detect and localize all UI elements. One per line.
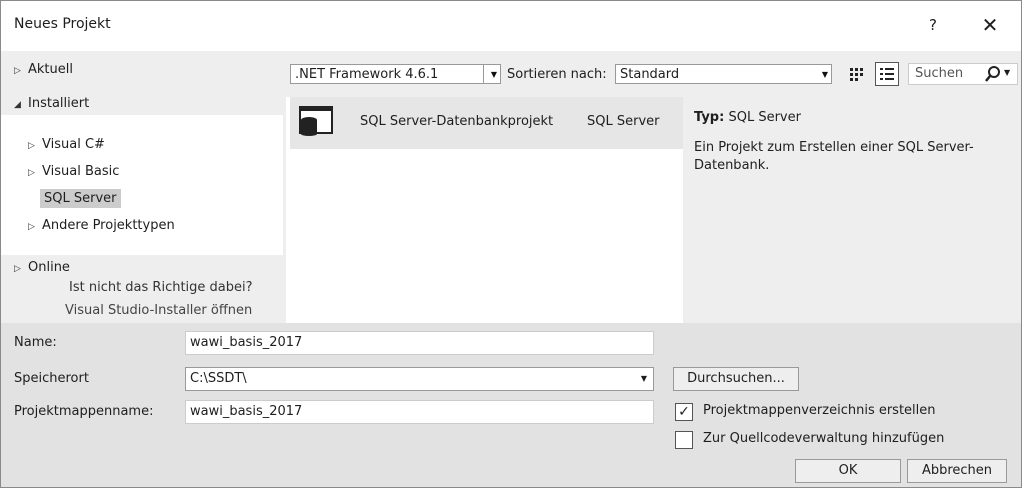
template-toolbar: .NET Framework 4.6.1 ▼ Sortieren nach: S… xyxy=(286,51,1021,97)
tree-node-label: Andere Projekttypen xyxy=(42,218,175,233)
expand-arrow-icon[interactable]: ▷ xyxy=(14,264,28,274)
search-icon[interactable] xyxy=(984,65,1002,87)
solution-name-field[interactable]: wawi_basis_2017 xyxy=(185,400,654,424)
dropdown-divider xyxy=(483,65,484,83)
template-details: Typ: SQL Server Ein Projekt zum Erstelle… xyxy=(683,97,1021,323)
type-line: Typ: SQL Server xyxy=(694,110,801,125)
template-name: SQL Server-Datenbankprojekt xyxy=(360,114,554,129)
tree-node-visual-basic[interactable]: ▷ Visual Basic xyxy=(28,164,119,179)
location-label: Speicherort xyxy=(14,371,89,386)
not-found-text: Ist nicht das Richtige dabei? xyxy=(69,280,253,295)
help-button[interactable]: ? xyxy=(921,12,945,38)
close-button[interactable]: ✕ xyxy=(976,12,1004,38)
sort-label: Sortieren nach: xyxy=(507,67,607,82)
sort-value: Standard xyxy=(620,67,680,82)
chevron-down-icon[interactable]: ▼ xyxy=(641,368,647,390)
framework-dropdown[interactable]: .NET Framework 4.6.1 ▼ xyxy=(290,64,501,84)
ok-button[interactable]: OK xyxy=(795,459,901,483)
location-value: C:\SSDT\ xyxy=(190,371,247,386)
tree-node-recent-label: Aktuell xyxy=(28,62,73,77)
template-list: SQL Server-Datenbankprojekt SQL Server xyxy=(286,97,685,323)
tree-node-visual-csharp[interactable]: ▷ Visual C# xyxy=(28,137,105,152)
type-label: Typ: xyxy=(694,110,725,125)
create-directory-checkbox[interactable]: ✓ xyxy=(675,403,693,421)
tree-node-label: Visual C# xyxy=(42,137,105,152)
title-bar: Neues Projekt ? ✕ xyxy=(1,1,1021,51)
search-box[interactable]: Suchen ▼ xyxy=(908,63,1018,85)
small-icons-view-icon[interactable] xyxy=(846,63,868,85)
tree-node-installed-label: Installiert xyxy=(28,96,90,111)
dialog-title: Neues Projekt xyxy=(14,16,111,32)
expand-arrow-icon[interactable]: ▷ xyxy=(28,222,42,232)
tree-node-label: Visual Basic xyxy=(42,164,120,179)
template-description: Ein Projekt zum Erstellen einer SQL Serv… xyxy=(694,140,974,173)
chevron-down-icon[interactable]: ▼ xyxy=(1004,68,1010,77)
installed-section: ▷ Visual C# ▷ Visual Basic SQL Server ▷ And… xyxy=(1,115,283,255)
tree-node-online-label: Online xyxy=(28,260,70,275)
project-form: Name: wawi_basis_2017 Speicherort C:\SSD… xyxy=(1,323,1021,487)
type-value: SQL Server xyxy=(728,110,801,125)
source-control-checkbox[interactable] xyxy=(675,431,693,449)
template-tree: ▷ Aktuell ◢ Installiert ▷ Visual C# ▷ Visual… xyxy=(1,51,286,323)
expand-arrow-icon[interactable]: ▷ xyxy=(14,66,28,76)
list-view-icon[interactable] xyxy=(875,62,899,86)
tree-node-other-project-types[interactable]: ▷ Andere Projekttypen xyxy=(28,218,175,233)
source-control-label: Zur Quellcodeverwaltung hinzufügen xyxy=(703,431,945,446)
browse-button[interactable]: Durchsuchen... xyxy=(673,367,799,391)
sort-dropdown[interactable]: Standard ▼ xyxy=(615,64,832,84)
expand-arrow-icon[interactable]: ▷ xyxy=(28,168,42,178)
tree-node-recent[interactable]: ▷ Aktuell xyxy=(14,62,73,77)
expand-arrow-icon[interactable]: ▷ xyxy=(28,141,42,151)
create-directory-label: Projektmappenverzeichnis erstellen xyxy=(703,403,936,418)
tree-node-online[interactable]: ▷ Online xyxy=(14,260,70,275)
location-combobox[interactable]: C:\SSDT\ ▼ xyxy=(185,367,654,391)
collapse-arrow-icon[interactable]: ◢ xyxy=(14,100,28,110)
template-language: SQL Server xyxy=(587,114,660,129)
installer-link[interactable]: Visual Studio-Installer öffnen xyxy=(65,303,252,318)
name-field[interactable]: wawi_basis_2017 xyxy=(185,331,654,355)
template-item[interactable]: SQL Server-Datenbankprojekt SQL Server xyxy=(290,97,685,149)
database-project-icon xyxy=(299,106,333,140)
solution-name-label: Projektmappenname: xyxy=(14,404,154,419)
chevron-down-icon: ▼ xyxy=(821,70,828,79)
new-project-dialog: Neues Projekt ? ✕ ▷ Aktuell ◢ Installiert … xyxy=(0,0,1022,488)
search-input[interactable]: Suchen xyxy=(915,66,963,81)
tree-node-installed[interactable]: ◢ Installiert xyxy=(14,96,89,111)
name-label: Name: xyxy=(14,335,57,350)
chevron-down-icon: ▼ xyxy=(490,70,497,79)
framework-value: .NET Framework 4.6.1 xyxy=(295,67,439,82)
tree-node-sql-server[interactable]: SQL Server xyxy=(40,189,121,208)
cancel-button[interactable]: Abbrechen xyxy=(907,459,1007,483)
